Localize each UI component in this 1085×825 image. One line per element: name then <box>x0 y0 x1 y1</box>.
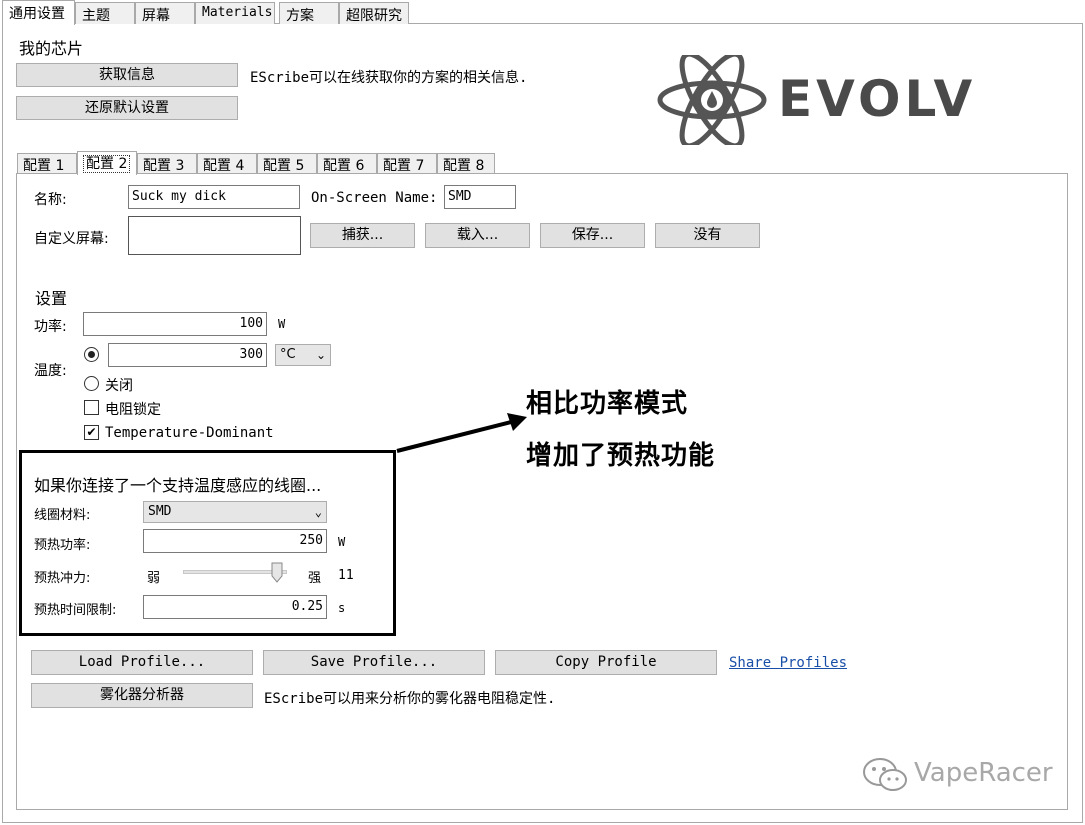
atomizer-analyzer-button[interactable]: 雾化器分析器 <box>31 683 253 708</box>
onscreen-name-label: On-Screen Name: <box>311 190 438 206</box>
checkmark-icon: ✔ <box>86 425 97 439</box>
profile-tab-4[interactable]: 配置 4 <box>197 153 257 174</box>
get-info-button[interactable]: 获取信息 <box>16 63 238 87</box>
profile-tab-2[interactable]: 配置 2 <box>77 151 137 175</box>
watermark-text: VapeRacer <box>914 758 1053 788</box>
annotation-arrow-icon <box>395 405 530 455</box>
share-profiles-link[interactable]: Share Profiles <box>729 655 847 671</box>
capture-button[interactable]: 捕获... <box>310 223 415 248</box>
onscreen-name-input[interactable]: SMD <box>444 185 516 209</box>
tab-theme[interactable]: 主题 <box>75 2 135 24</box>
profile-tab-1[interactable]: 配置 1 <box>17 153 77 174</box>
profile-tab-8[interactable]: 配置 8 <box>437 153 495 174</box>
temperature-dominant-checkbox[interactable]: ✔ <box>84 425 99 440</box>
temperature-radio[interactable] <box>84 347 99 362</box>
profile-tab-2-label: 配置 2 <box>83 155 131 173</box>
annotation-line-1: 相比功率模式 <box>526 389 689 419</box>
off-radio[interactable] <box>84 376 99 391</box>
resistance-lock-label: 电阻锁定 <box>105 402 161 418</box>
resistance-lock-checkbox[interactable] <box>84 400 99 415</box>
chevron-down-icon: ⌄ <box>315 348 326 362</box>
temperature-label: 温度: <box>34 363 67 379</box>
annotation-highlight-box <box>19 450 396 636</box>
profile-tab-7[interactable]: 配置 7 <box>377 153 437 174</box>
load-profile-button[interactable]: Load Profile... <box>31 650 253 675</box>
custom-screen-label: 自定义屏幕: <box>34 231 109 247</box>
name-label: 名称: <box>34 192 67 208</box>
copy-profile-button[interactable]: Copy Profile <box>495 650 717 675</box>
power-unit: W <box>278 317 286 331</box>
load-screen-button[interactable]: 载入... <box>425 223 530 248</box>
atomizer-analyzer-text: EScribe可以用来分析你的雾化器电阻稳定性. <box>264 691 556 707</box>
save-screen-button[interactable]: 保存... <box>540 223 645 248</box>
power-label: 功率: <box>34 319 67 335</box>
custom-screen-preview <box>128 216 301 255</box>
profile-tab-5[interactable]: 配置 5 <box>257 153 317 174</box>
none-screen-button[interactable]: 没有 <box>655 223 760 248</box>
chip-title: 我的芯片 <box>19 39 84 58</box>
annotation-line-2: 增加了预热功能 <box>526 441 716 471</box>
chip-info-text: EScribe可以在线获取你的方案的相关信息. <box>250 70 528 86</box>
tab-materials[interactable]: Materials <box>195 2 275 24</box>
tab-advanced[interactable]: 超限研究 <box>339 2 409 24</box>
tab-general[interactable]: 通用设置 <box>2 0 75 25</box>
save-profile-button[interactable]: Save Profile... <box>263 650 485 675</box>
tab-scheme[interactable]: 方案 <box>279 2 339 24</box>
evolv-logo-text: EVOLV <box>778 70 977 128</box>
profile-tab-6[interactable]: 配置 6 <box>317 153 377 174</box>
temperature-unit-select[interactable]: °C ⌄ <box>275 344 331 366</box>
restore-defaults-button[interactable]: 还原默认设置 <box>16 96 238 120</box>
evolv-atom-icon <box>655 51 770 149</box>
off-label: 关闭 <box>105 378 133 394</box>
temperature-unit-value: °C <box>280 347 296 362</box>
tab-screen[interactable]: 屏幕 <box>135 2 195 24</box>
wechat-icon <box>860 755 910 795</box>
name-input[interactable]: Suck my dick <box>128 185 300 209</box>
settings-title: 设置 <box>35 289 68 308</box>
temperature-dominant-label: Temperature-Dominant <box>105 425 274 441</box>
power-input[interactable]: 100 <box>83 312 267 336</box>
temperature-input[interactable]: 300 <box>108 343 267 367</box>
profile-tab-3[interactable]: 配置 3 <box>137 153 197 174</box>
